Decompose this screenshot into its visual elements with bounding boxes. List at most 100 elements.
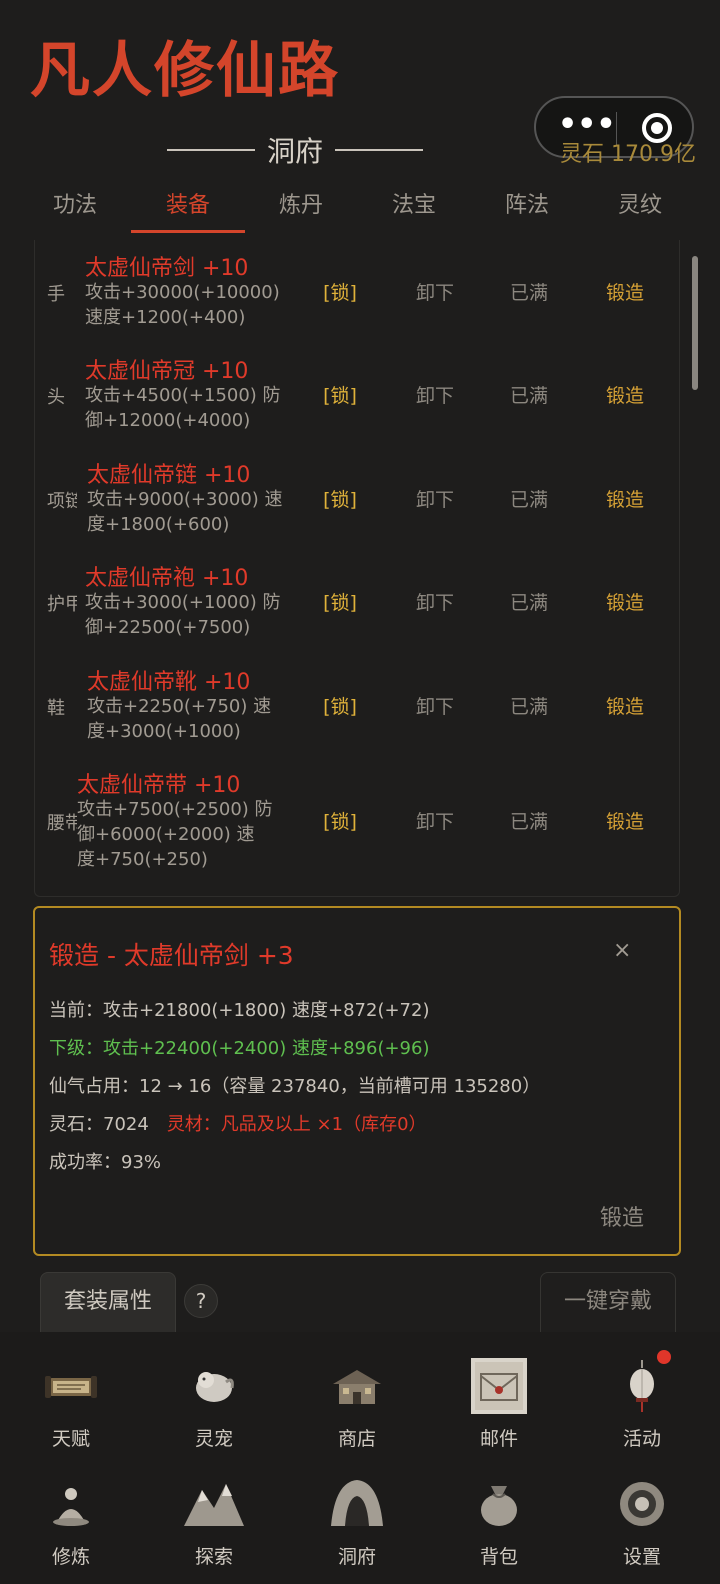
status-full: 已满	[509, 282, 548, 304]
item-stats: 攻击+9000(+3000) 速 度+1800(+600)	[87, 487, 287, 537]
item-stats: 攻击+4500(+1500) 防 御+12000(+4000)	[85, 383, 285, 433]
status-full: 已满	[509, 696, 548, 718]
item-stat-line: 攻击+30000(+10000)	[85, 282, 280, 303]
header-line-left	[166, 149, 255, 151]
nav-label: 灵宠	[194, 1428, 233, 1450]
status-full: 已满	[509, 489, 548, 511]
lock-button[interactable]: [锁]	[320, 278, 360, 305]
item-stat-line: 度+750(+250)	[77, 849, 208, 870]
tab-treasure[interactable]: 法宝	[357, 186, 471, 226]
nav-explore[interactable]: 探索	[154, 1472, 274, 1572]
slot-label: 鞋	[47, 698, 65, 719]
item-stat-line: 攻击+9000(+3000) 速	[87, 489, 283, 510]
next-level-stats: 下级：攻击+22400(+2400) 速度+896(+96)	[49, 1038, 430, 1059]
tab-equipment[interactable]: 装备	[131, 186, 245, 233]
item-stat-line: 御+12000(+4000)	[85, 410, 251, 431]
notification-badge	[657, 1350, 671, 1364]
nav-label: 洞府	[337, 1546, 376, 1568]
lock-button[interactable]: [锁]	[320, 381, 360, 408]
nav-label: 活动	[622, 1428, 661, 1450]
unequip-button[interactable]: 卸下	[413, 381, 457, 408]
item-stats: 攻击+3000(+1000) 防 御+22500(+7500)	[85, 590, 285, 640]
cost-line: 灵石：7024 灵材：凡品及以上 ×1（库存0）	[49, 1110, 427, 1136]
forge-button[interactable]: 锻造	[603, 485, 647, 512]
close-icon[interactable]: ×	[613, 938, 631, 963]
bottom-nav: 天赋 灵宠 商店 邮件 活动 修炼 探索 洞府 背包 设置	[0, 1332, 720, 1584]
item-stat-line: 攻击+4500(+1500) 防	[85, 385, 281, 406]
forge-button[interactable]: 锻造	[603, 692, 647, 719]
forge-confirm-button[interactable]: 锻造	[600, 1200, 644, 1232]
set-attributes-button[interactable]: 套装属性	[40, 1272, 176, 1334]
nav-pet[interactable]: 灵宠	[154, 1354, 274, 1454]
item-stat-line: 御+6000(+2000) 速	[77, 824, 255, 845]
nav-label: 背包	[479, 1546, 518, 1568]
tab-formation[interactable]: 阵法	[470, 186, 584, 226]
item-stats: 攻击+30000(+10000) 速度+1200(+400)	[85, 280, 285, 330]
section-header: 洞府	[0, 130, 590, 170]
stone-cost: 灵石：7024	[49, 1114, 149, 1135]
app-title: 凡人修仙路	[30, 36, 340, 106]
nav-bag[interactable]: 背包	[439, 1472, 559, 1572]
lock-button[interactable]: [锁]	[320, 807, 360, 834]
section-title: 洞府	[266, 135, 323, 168]
forge-button[interactable]: 锻造	[603, 588, 647, 615]
item-stat-line: 速度+1200(+400)	[85, 307, 246, 328]
tab-alchemy[interactable]: 炼丹	[244, 186, 358, 226]
header-line-right	[335, 149, 423, 151]
nav-cave[interactable]: 洞府	[297, 1472, 417, 1572]
slot-label: 项链	[47, 491, 77, 512]
nav-settings[interactable]: 设置	[582, 1472, 702, 1572]
item-name: 太虚仙帝冠 +10	[85, 359, 249, 384]
current-stats: 当前：攻击+21800(+1800) 速度+872(+72)	[49, 1000, 430, 1021]
item-name: 太虚仙帝靴 +10	[87, 670, 251, 695]
nav-activity[interactable]: 活动	[582, 1350, 702, 1454]
item-stats: 攻击+7500(+2500) 防 御+6000(+2000) 速 度+750(+…	[77, 797, 277, 872]
mountain-icon	[184, 1484, 244, 1526]
lock-button[interactable]: [锁]	[320, 485, 360, 512]
help-button[interactable]: ?	[184, 1284, 218, 1318]
lock-button[interactable]: [锁]	[320, 692, 360, 719]
nav-label: 设置	[622, 1546, 661, 1568]
item-name: 太虚仙帝剑 +10	[85, 256, 249, 281]
unequip-button[interactable]: 卸下	[413, 692, 457, 719]
unequip-button[interactable]: 卸下	[413, 278, 457, 305]
settings-icon	[620, 1482, 664, 1526]
item-name: 太虚仙帝袍 +10	[85, 566, 249, 591]
item-stat-line: 攻击+2250(+750) 速	[87, 696, 272, 717]
bag-icon	[481, 1486, 517, 1526]
forge-button[interactable]: 锻造	[603, 278, 647, 305]
forge-panel: 锻造 - 太虚仙帝剑 +3 × 当前：攻击+21800(+1800) 速度+87…	[33, 906, 681, 1256]
nav-label: 天赋	[51, 1428, 90, 1450]
equipment-list[interactable]: 手 太虚仙帝剑 +10 攻击+30000(+10000) 速度+1200(+40…	[34, 240, 680, 897]
item-name: 太虚仙帝链 +10	[87, 463, 251, 488]
cultivate-icon	[53, 1488, 89, 1526]
material-requirement: 灵材：凡品及以上 ×1（库存0）	[166, 1114, 427, 1135]
qi-usage: 仙气占用：12 → 16（容量 237840，当前槽可用 135280）	[49, 1076, 541, 1097]
nav-label: 邮件	[479, 1428, 518, 1450]
forge-button[interactable]: 锻造	[603, 381, 647, 408]
mail-icon	[471, 1358, 527, 1414]
equip-all-button[interactable]: 一键穿戴	[540, 1272, 676, 1334]
unequip-button[interactable]: 卸下	[413, 807, 457, 834]
nav-label: 修炼	[51, 1546, 90, 1568]
nav-shop[interactable]: 商店	[297, 1354, 417, 1454]
unequip-button[interactable]: 卸下	[413, 485, 457, 512]
scroll-icon	[45, 1376, 97, 1398]
forge-panel-title: 锻造 - 太虚仙帝剑 +3	[49, 941, 294, 970]
tab-gongfa[interactable]: 功法	[18, 186, 132, 226]
nav-cultivate[interactable]: 修炼	[11, 1472, 131, 1572]
status-full: 已满	[509, 592, 548, 614]
tab-rune[interactable]: 灵纹	[583, 186, 697, 226]
item-stat-line: 攻击+3000(+1000) 防	[85, 592, 281, 613]
forge-button[interactable]: 锻造	[603, 807, 647, 834]
scrollbar[interactable]	[692, 256, 698, 390]
nav-talent[interactable]: 天赋	[11, 1354, 131, 1454]
shop-icon	[333, 1370, 381, 1404]
nav-mail[interactable]: 邮件	[439, 1354, 559, 1454]
item-name: 太虚仙帝带 +10	[77, 773, 241, 798]
unequip-button[interactable]: 卸下	[413, 588, 457, 615]
slot-label: 护甲	[47, 594, 77, 615]
pet-icon	[196, 1372, 234, 1402]
status-full: 已满	[509, 811, 548, 833]
lock-button[interactable]: [锁]	[320, 588, 360, 615]
